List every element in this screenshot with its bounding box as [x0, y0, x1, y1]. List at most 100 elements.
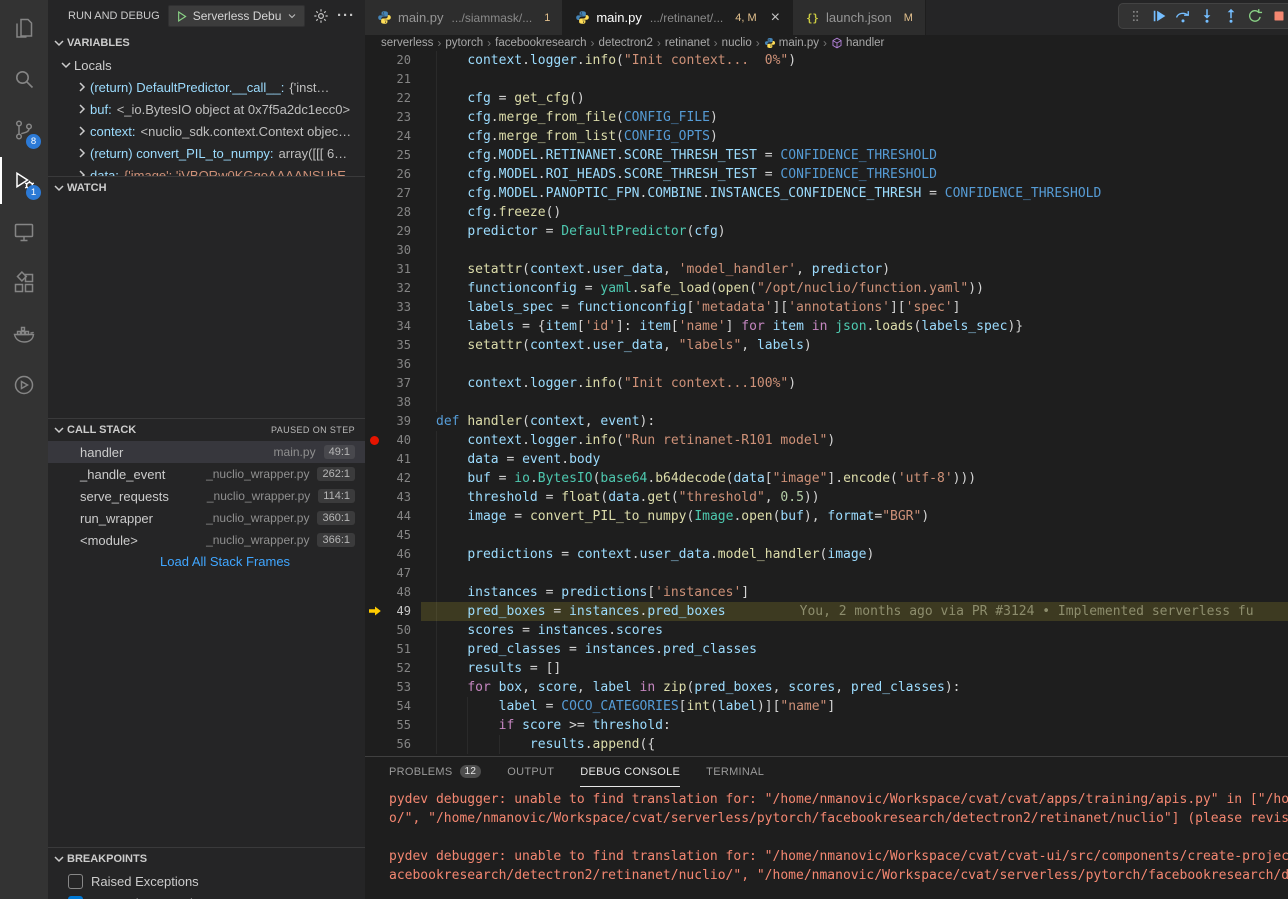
editor-tab[interactable]: main.py.../retinanet/...4, M× [563, 0, 793, 35]
variables-pane-header[interactable]: VARIABLES [48, 32, 365, 54]
variable-row[interactable]: (return) DefaultPredictor.__call__:{'ins… [48, 76, 365, 98]
glyph-margin[interactable] [365, 184, 385, 203]
code-line[interactable]: 25 cfg.MODEL.RETINANET.SCORE_THRESH_TEST… [365, 146, 1288, 165]
code-line[interactable]: 23 cfg.merge_from_file(CONFIG_FILE) [365, 108, 1288, 127]
variable-row[interactable]: context:<nuclio_sdk.context.Context obje… [48, 120, 365, 142]
variable-row[interactable]: buf:<_io.BytesIO object at 0x7f5a2dc1ecc… [48, 98, 365, 120]
glyph-margin[interactable] [365, 431, 385, 450]
breakpoint-icon[interactable] [370, 436, 379, 445]
code-line[interactable]: 36 [365, 355, 1288, 374]
breadcrumb-item[interactable]: handler [831, 37, 884, 49]
stack-frame[interactable]: run_wrapper_nuclio_wrapper.py360:1 [48, 507, 365, 529]
breadcrumb-item[interactable]: retinanet [665, 37, 710, 49]
editor-tab[interactable]: {}launch.jsonM [793, 0, 926, 35]
stack-frame[interactable]: handlermain.py49:1 [48, 441, 365, 463]
code-line[interactable]: 27 cfg.MODEL.PANOPTIC_FPN.COMBINE.INSTAN… [365, 184, 1288, 203]
load-all-stack-frames-link[interactable]: Load All Stack Frames [48, 551, 365, 573]
code-line[interactable]: 52 results = [] [365, 659, 1288, 678]
code-line[interactable]: 35 setattr(context.user_data, "labels", … [365, 336, 1288, 355]
code-line[interactable]: 31 setattr(context.user_data, 'model_han… [365, 260, 1288, 279]
activity-item-docker[interactable] [0, 310, 48, 357]
more-actions-icon[interactable]: ··· [337, 11, 355, 21]
launch-config-picker[interactable]: Serverless Debu [168, 5, 305, 27]
glyph-margin[interactable] [365, 51, 385, 70]
glyph-margin[interactable] [365, 317, 385, 336]
code-line[interactable]: 33 labels_spec = functionconfig['metadat… [365, 298, 1288, 317]
gripper-button[interactable] [1125, 6, 1145, 26]
code-line[interactable]: 26 cfg.MODEL.ROI_HEADS.SCORE_THRESH_TEST… [365, 165, 1288, 184]
continue-button[interactable] [1149, 6, 1169, 26]
glyph-margin[interactable] [365, 488, 385, 507]
panel-tab-output[interactable]: OUTPUT [507, 757, 554, 787]
code-line[interactable]: 32 functionconfig = yaml.safe_load(open(… [365, 279, 1288, 298]
breadcrumb-item[interactable]: detectron2 [599, 37, 653, 49]
code-line[interactable]: 21 [365, 70, 1288, 89]
glyph-margin[interactable] [365, 89, 385, 108]
activity-item-run-and-debug[interactable]: 1 [0, 157, 48, 204]
activity-item-source-control[interactable]: 8 [0, 106, 48, 153]
glyph-margin[interactable] [365, 583, 385, 602]
code-line[interactable]: 42 buf = io.BytesIO(base64.b64decode(dat… [365, 469, 1288, 488]
glyph-margin[interactable] [365, 412, 385, 431]
activity-item-search[interactable] [0, 55, 48, 102]
glyph-margin[interactable] [365, 697, 385, 716]
glyph-margin[interactable] [365, 336, 385, 355]
variables-scope[interactable]: Locals [48, 54, 365, 76]
console-output[interactable]: pydev debugger: unable to find translati… [365, 787, 1288, 899]
glyph-margin[interactable] [365, 507, 385, 526]
code-line[interactable]: 50 scores = instances.scores [365, 621, 1288, 640]
code-line[interactable]: 44 image = convert_PIL_to_numpy(Image.op… [365, 507, 1288, 526]
breadcrumb-item[interactable]: pytorch [445, 37, 483, 49]
stack-frame[interactable]: _handle_event_nuclio_wrapper.py262:1 [48, 463, 365, 485]
glyph-margin[interactable] [365, 260, 385, 279]
glyph-margin[interactable] [365, 222, 385, 241]
activity-item-remote-explorer[interactable] [0, 208, 48, 255]
glyph-margin[interactable] [365, 659, 385, 678]
activity-item-extensions[interactable] [0, 259, 48, 306]
code-line[interactable]: 20 context.logger.info("Init context... … [365, 51, 1288, 70]
code-line[interactable]: 43 threshold = float(data.get("threshold… [365, 488, 1288, 507]
glyph-margin[interactable] [365, 469, 385, 488]
code-line[interactable]: 46 predictions = context.user_data.model… [365, 545, 1288, 564]
code-line[interactable]: 30 [365, 241, 1288, 260]
code-line[interactable]: 45 [365, 526, 1288, 545]
glyph-margin[interactable] [365, 602, 385, 621]
watch-pane-header[interactable]: WATCH [48, 177, 365, 199]
code-line[interactable]: 49 pred_boxes = instances.pred_boxesYou,… [365, 602, 1288, 621]
glyph-margin[interactable] [365, 716, 385, 735]
breakpoint-row[interactable]: Raised Exceptions [48, 870, 365, 892]
code-line[interactable]: 51 pred_classes = instances.pred_classes [365, 640, 1288, 659]
panel-tab-problems[interactable]: PROBLEMS12 [389, 757, 481, 787]
call-stack-pane-header[interactable]: CALL STACK PAUSED ON STEP [48, 419, 365, 441]
glyph-margin[interactable] [365, 526, 385, 545]
glyph-margin[interactable] [365, 279, 385, 298]
code-line[interactable]: 55 if score >= threshold: [365, 716, 1288, 735]
glyph-margin[interactable] [365, 165, 385, 184]
code-line[interactable]: 28 cfg.freeze() [365, 203, 1288, 222]
code-line[interactable]: 56 results.append({ [365, 735, 1288, 754]
glyph-margin[interactable] [365, 735, 385, 754]
step-over-button[interactable] [1173, 6, 1193, 26]
glyph-margin[interactable] [365, 298, 385, 317]
restart-button[interactable] [1245, 6, 1265, 26]
code-line[interactable]: 40 context.logger.info("Run retinanet-R1… [365, 431, 1288, 450]
panel-tab-terminal[interactable]: TERMINAL [706, 757, 764, 787]
code-line[interactable]: 38 [365, 393, 1288, 412]
glyph-margin[interactable] [365, 108, 385, 127]
breakpoint-row[interactable]: ✓Uncaught Exceptions [48, 892, 365, 899]
step-out-button[interactable] [1221, 6, 1241, 26]
glyph-margin[interactable] [365, 127, 385, 146]
stop-button[interactable] [1269, 6, 1288, 26]
code-line[interactable]: 54 label = COCO_CATEGORIES[int(label)]["… [365, 697, 1288, 716]
glyph-margin[interactable] [365, 564, 385, 583]
code-line[interactable]: 47 [365, 564, 1288, 583]
code-line[interactable]: 29 predictor = DefaultPredictor(cfg) [365, 222, 1288, 241]
breadcrumb-item[interactable]: serverless [381, 37, 433, 49]
code-line[interactable]: 53 for box, score, label in zip(pred_box… [365, 678, 1288, 697]
breadcrumb-item[interactable]: nuclio [722, 37, 752, 49]
glyph-margin[interactable] [365, 146, 385, 165]
step-into-button[interactable] [1197, 6, 1217, 26]
checkbox[interactable]: ✓ [68, 896, 83, 899]
glyph-margin[interactable] [365, 545, 385, 564]
glyph-margin[interactable] [365, 640, 385, 659]
